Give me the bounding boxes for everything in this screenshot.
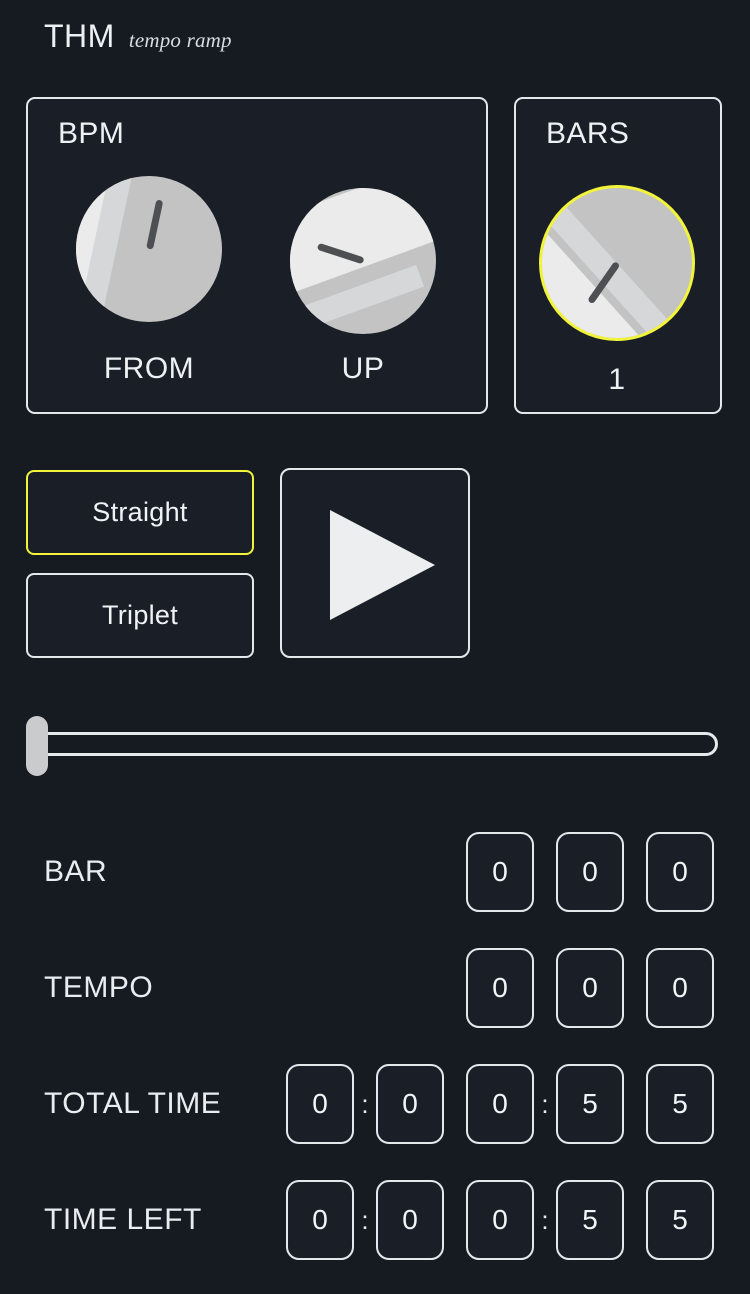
readout-row-bar: BAR 000 [0,824,750,920]
digit-box[interactable]: 5 [646,1064,714,1144]
readout-label: TEMPO [44,971,154,1004]
digit-box[interactable]: 0 [556,832,624,912]
mode-button-triplet-label: Triplet [101,600,179,630]
mode-button-triplet[interactable]: Triplet [26,573,254,658]
digit-box[interactable]: 0 [286,1180,354,1260]
play-triangle-icon [330,510,435,620]
play-button[interactable] [280,468,470,658]
readout-row-tempo: TEMPO 000 [0,940,750,1036]
readout-digits: 000 [466,832,714,912]
digit-box[interactable]: 0 [466,948,534,1028]
page-title: THM [44,18,115,54]
knob-pointer-indicator [145,199,163,250]
readout-label: TOTAL TIME [44,1087,222,1120]
knob-dial-icon [290,188,436,334]
digit-box[interactable]: 0 [646,948,714,1028]
knob-dial-icon [539,185,695,341]
digit-box[interactable]: 0 [286,1064,354,1144]
page-subtitle: tempo ramp [128,28,232,52]
mode-button-straight[interactable]: Straight [26,470,254,555]
bars-knob[interactable] [539,185,695,341]
bars-panel-title: BARS [546,117,630,150]
time-separator: : [361,1204,369,1235]
digit-box[interactable]: 5 [646,1180,714,1260]
time-separator: : [541,1204,549,1235]
readout-label: BAR [44,855,108,888]
bpm-up-knob-label: UP [341,352,385,385]
readout-digits: 0:00:55 [286,1064,714,1144]
readout-label: TIME LEFT [44,1203,202,1236]
slider-thumb-handle[interactable] [26,716,48,776]
bpm-from-knob[interactable] [76,176,222,322]
bpm-panel-title: BPM [58,117,125,150]
readout-row-time-left: TIME LEFT 0:00:55 [0,1172,750,1268]
bpm-from-knob-label: FROM [103,352,195,385]
digit-box[interactable]: 0 [466,1064,534,1144]
time-separator: : [361,1088,369,1119]
knob-dial-icon [76,176,222,322]
mode-button-straight-label: Straight [92,497,188,527]
bpm-up-knob[interactable] [290,188,436,334]
digit-box[interactable]: 5 [556,1180,624,1260]
digit-box[interactable]: 0 [376,1064,444,1144]
readout-digits: 0:00:55 [286,1180,714,1260]
digit-box[interactable]: 0 [466,832,534,912]
slider-track[interactable] [28,732,718,756]
progress-slider[interactable] [26,716,718,776]
digit-box[interactable]: 0 [376,1180,444,1260]
readout-row-total-time: TOTAL TIME 0:00:55 [0,1056,750,1152]
digit-box[interactable]: 0 [556,948,624,1028]
digit-box[interactable]: 0 [646,832,714,912]
time-separator: : [541,1088,549,1119]
app-header: THM tempo ramp [44,18,232,55]
bars-knob-value: 1 [608,363,626,396]
digit-box[interactable]: 5 [556,1064,624,1144]
digit-box[interactable]: 0 [466,1180,534,1260]
readout-digits: 000 [466,948,714,1028]
